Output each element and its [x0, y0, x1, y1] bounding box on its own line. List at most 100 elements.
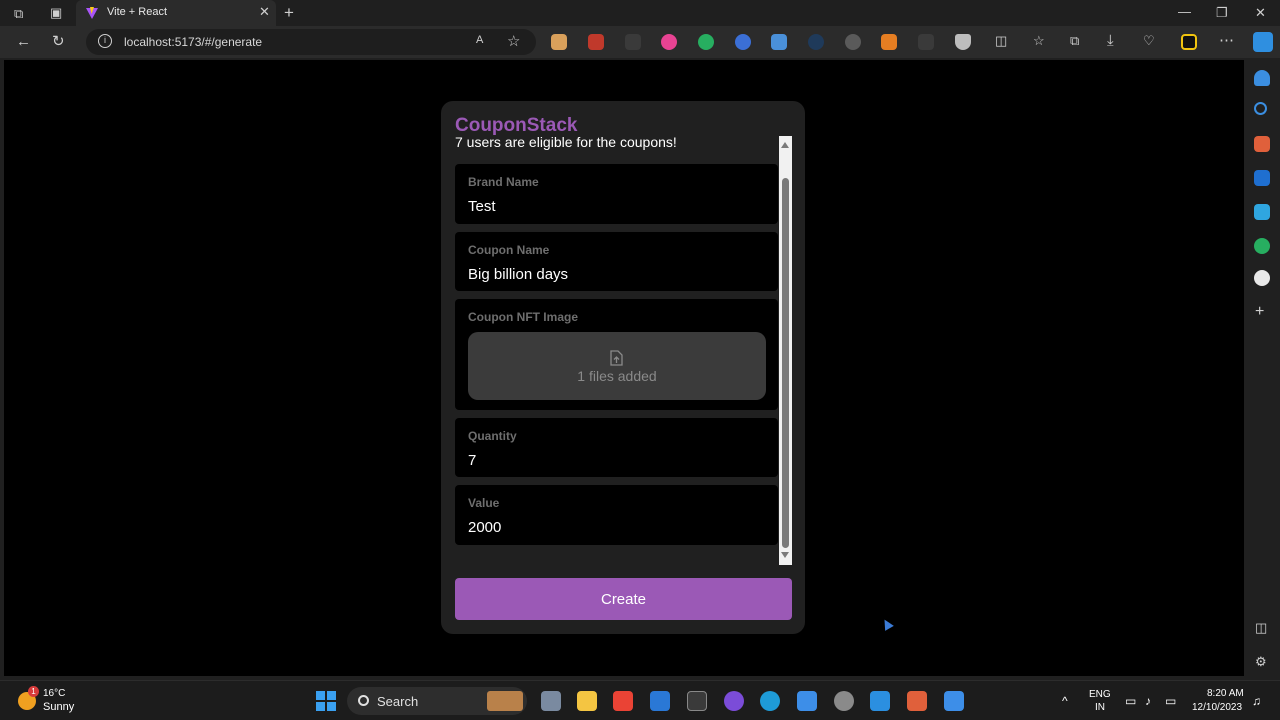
- tree-icon[interactable]: [1254, 238, 1270, 254]
- terminal-icon[interactable]: [687, 691, 707, 711]
- shield-icon[interactable]: [955, 34, 971, 50]
- extension-sync-icon[interactable]: [735, 34, 751, 50]
- sidebar-toggle-icon[interactable]: ◫: [1255, 620, 1267, 636]
- task-view-icon[interactable]: [541, 691, 561, 711]
- clock-date[interactable]: 12/10/2023: [1192, 702, 1242, 713]
- figma-icon[interactable]: [907, 691, 927, 711]
- close-tab-icon[interactable]: ✕: [259, 4, 270, 20]
- metamask-icon[interactable]: [881, 34, 897, 50]
- search-highlight-icon: [487, 691, 523, 711]
- brand-name-field[interactable]: Brand Name Test: [455, 164, 778, 224]
- screenshot-icon[interactable]: [771, 34, 787, 50]
- url-text: localhost:5173/#/generate: [124, 35, 263, 49]
- value-field[interactable]: Value 2000: [455, 485, 778, 545]
- search-icon[interactable]: [1254, 102, 1267, 115]
- snipping-tool-icon[interactable]: [944, 691, 964, 711]
- extension-off-icon[interactable]: [698, 34, 714, 50]
- add-sidebar-icon[interactable]: +: [1255, 303, 1264, 321]
- settings-gear-icon[interactable]: ⚙: [1255, 654, 1267, 670]
- taskbar-search[interactable]: Search: [347, 687, 527, 715]
- scroll-thumb[interactable]: [782, 178, 789, 548]
- notifications-bell-icon[interactable]: ♫: [1252, 694, 1261, 708]
- value-input[interactable]: 2000: [468, 519, 501, 536]
- extension-ring-icon[interactable]: [845, 34, 861, 50]
- tray-chevron-icon[interactable]: ^: [1062, 694, 1068, 708]
- taskbar: 1 16°C Sunny Search ^ ENG IN ▭ ♪ ▭ 8:20 …: [0, 680, 1280, 720]
- microsoft-icon[interactable]: [1181, 34, 1197, 50]
- extension-1-icon[interactable]: [551, 34, 567, 50]
- create-button[interactable]: Create: [455, 578, 792, 620]
- site-info-icon[interactable]: i: [98, 34, 112, 48]
- extension-f-icon[interactable]: [625, 34, 641, 50]
- form-scrollbar[interactable]: [779, 136, 792, 565]
- weather-temp[interactable]: 16°C: [43, 688, 65, 699]
- edge-browser-icon[interactable]: [760, 691, 780, 711]
- close-window-icon[interactable]: ✕: [1255, 5, 1266, 21]
- restore-icon[interactable]: ❐: [1216, 5, 1228, 21]
- copilot-icon[interactable]: [1253, 32, 1273, 52]
- tab-vite-react[interactable]: Vite + React ✕: [76, 0, 276, 26]
- coupon-name-field[interactable]: Coupon Name Big billion days: [455, 232, 778, 291]
- colorpicker-icon[interactable]: [661, 34, 677, 50]
- downloads-icon[interactable]: ⤓: [1107, 32, 1114, 49]
- send-icon[interactable]: [1254, 204, 1270, 220]
- tab-actions-icon[interactable]: ▣: [50, 5, 62, 21]
- react-devtools-icon[interactable]: [808, 34, 824, 50]
- split-screen-icon[interactable]: ◫: [995, 33, 1007, 49]
- scroll-up-arrow[interactable]: [781, 142, 789, 148]
- more-menu-icon[interactable]: ⋯: [1219, 31, 1234, 49]
- quantity-input[interactable]: 7: [468, 452, 476, 469]
- coupon-name-input[interactable]: Big billion days: [468, 266, 568, 283]
- brand-name-input[interactable]: Test: [468, 198, 496, 215]
- battery-icon[interactable]: ▭: [1165, 694, 1176, 708]
- windows-start-icon[interactable]: [316, 691, 336, 711]
- workspaces-icon[interactable]: ⧉: [14, 6, 23, 22]
- bell-icon[interactable]: [1254, 70, 1270, 86]
- brand-name-label: Brand Name: [468, 175, 539, 189]
- favorites-icon[interactable]: ☆: [1033, 33, 1045, 49]
- quantity-field[interactable]: Quantity 7: [455, 418, 778, 477]
- collections-icon[interactable]: ⧉: [1070, 33, 1079, 49]
- read-aloud-icon[interactable]: A: [476, 34, 483, 46]
- clock-time[interactable]: 8:20 AM: [1207, 688, 1244, 699]
- favorite-star-icon[interactable]: ☆: [507, 32, 520, 50]
- settings-app-icon[interactable]: [834, 691, 854, 711]
- region-indicator[interactable]: IN: [1095, 702, 1105, 713]
- value-label: Value: [468, 496, 500, 510]
- performance-icon[interactable]: ♡: [1143, 33, 1155, 49]
- vite-icon: [86, 7, 98, 19]
- back-icon[interactable]: ←: [16, 33, 31, 50]
- file-dropzone[interactable]: 1 files added: [468, 332, 766, 400]
- network-icon[interactable]: ▭: [1125, 694, 1136, 708]
- files-added-text: 1 files added: [577, 368, 657, 384]
- weather-condition[interactable]: Sunny: [43, 701, 74, 713]
- file-explorer-icon[interactable]: [577, 691, 597, 711]
- search-label: Search: [377, 694, 419, 709]
- notepad-icon[interactable]: [797, 691, 817, 711]
- ublock-icon[interactable]: [588, 34, 604, 50]
- tools-icon[interactable]: [1254, 136, 1270, 152]
- coupon-name-label: Coupon Name: [468, 243, 550, 257]
- download-ext-icon[interactable]: [918, 34, 934, 50]
- nft-image-label: Coupon NFT Image: [468, 310, 578, 324]
- tab-title: Vite + React: [107, 6, 168, 18]
- address-bar: ← ↻ i localhost:5173/#/generate A ☆ ◫ ☆ …: [0, 26, 1280, 58]
- form-scroll-area[interactable]: Brand Name Test Coupon Name Big billion …: [455, 136, 792, 565]
- store-icon[interactable]: [650, 691, 670, 711]
- url-field[interactable]: i localhost:5173/#/generate: [86, 29, 536, 55]
- search-icon: [358, 695, 369, 706]
- edge-sidebar: + ◫ ⚙: [1244, 58, 1280, 678]
- refresh-icon[interactable]: ↻: [52, 32, 65, 50]
- gmail-icon[interactable]: [613, 691, 633, 711]
- github-icon[interactable]: [1254, 270, 1270, 286]
- new-tab-icon[interactable]: +: [284, 3, 294, 23]
- tab-bar: ⧉ ▣ Vite + React ✕ + — ❐ ✕: [0, 0, 1280, 26]
- language-indicator[interactable]: ENG: [1089, 689, 1111, 700]
- volume-icon[interactable]: ♪: [1145, 694, 1151, 708]
- scroll-down-arrow[interactable]: [781, 552, 789, 558]
- quantity-label: Quantity: [468, 429, 517, 443]
- copilot-app-icon[interactable]: [724, 691, 744, 711]
- vscode-icon[interactable]: [870, 691, 890, 711]
- minimize-icon[interactable]: —: [1178, 4, 1191, 19]
- outlook-icon[interactable]: [1254, 170, 1270, 186]
